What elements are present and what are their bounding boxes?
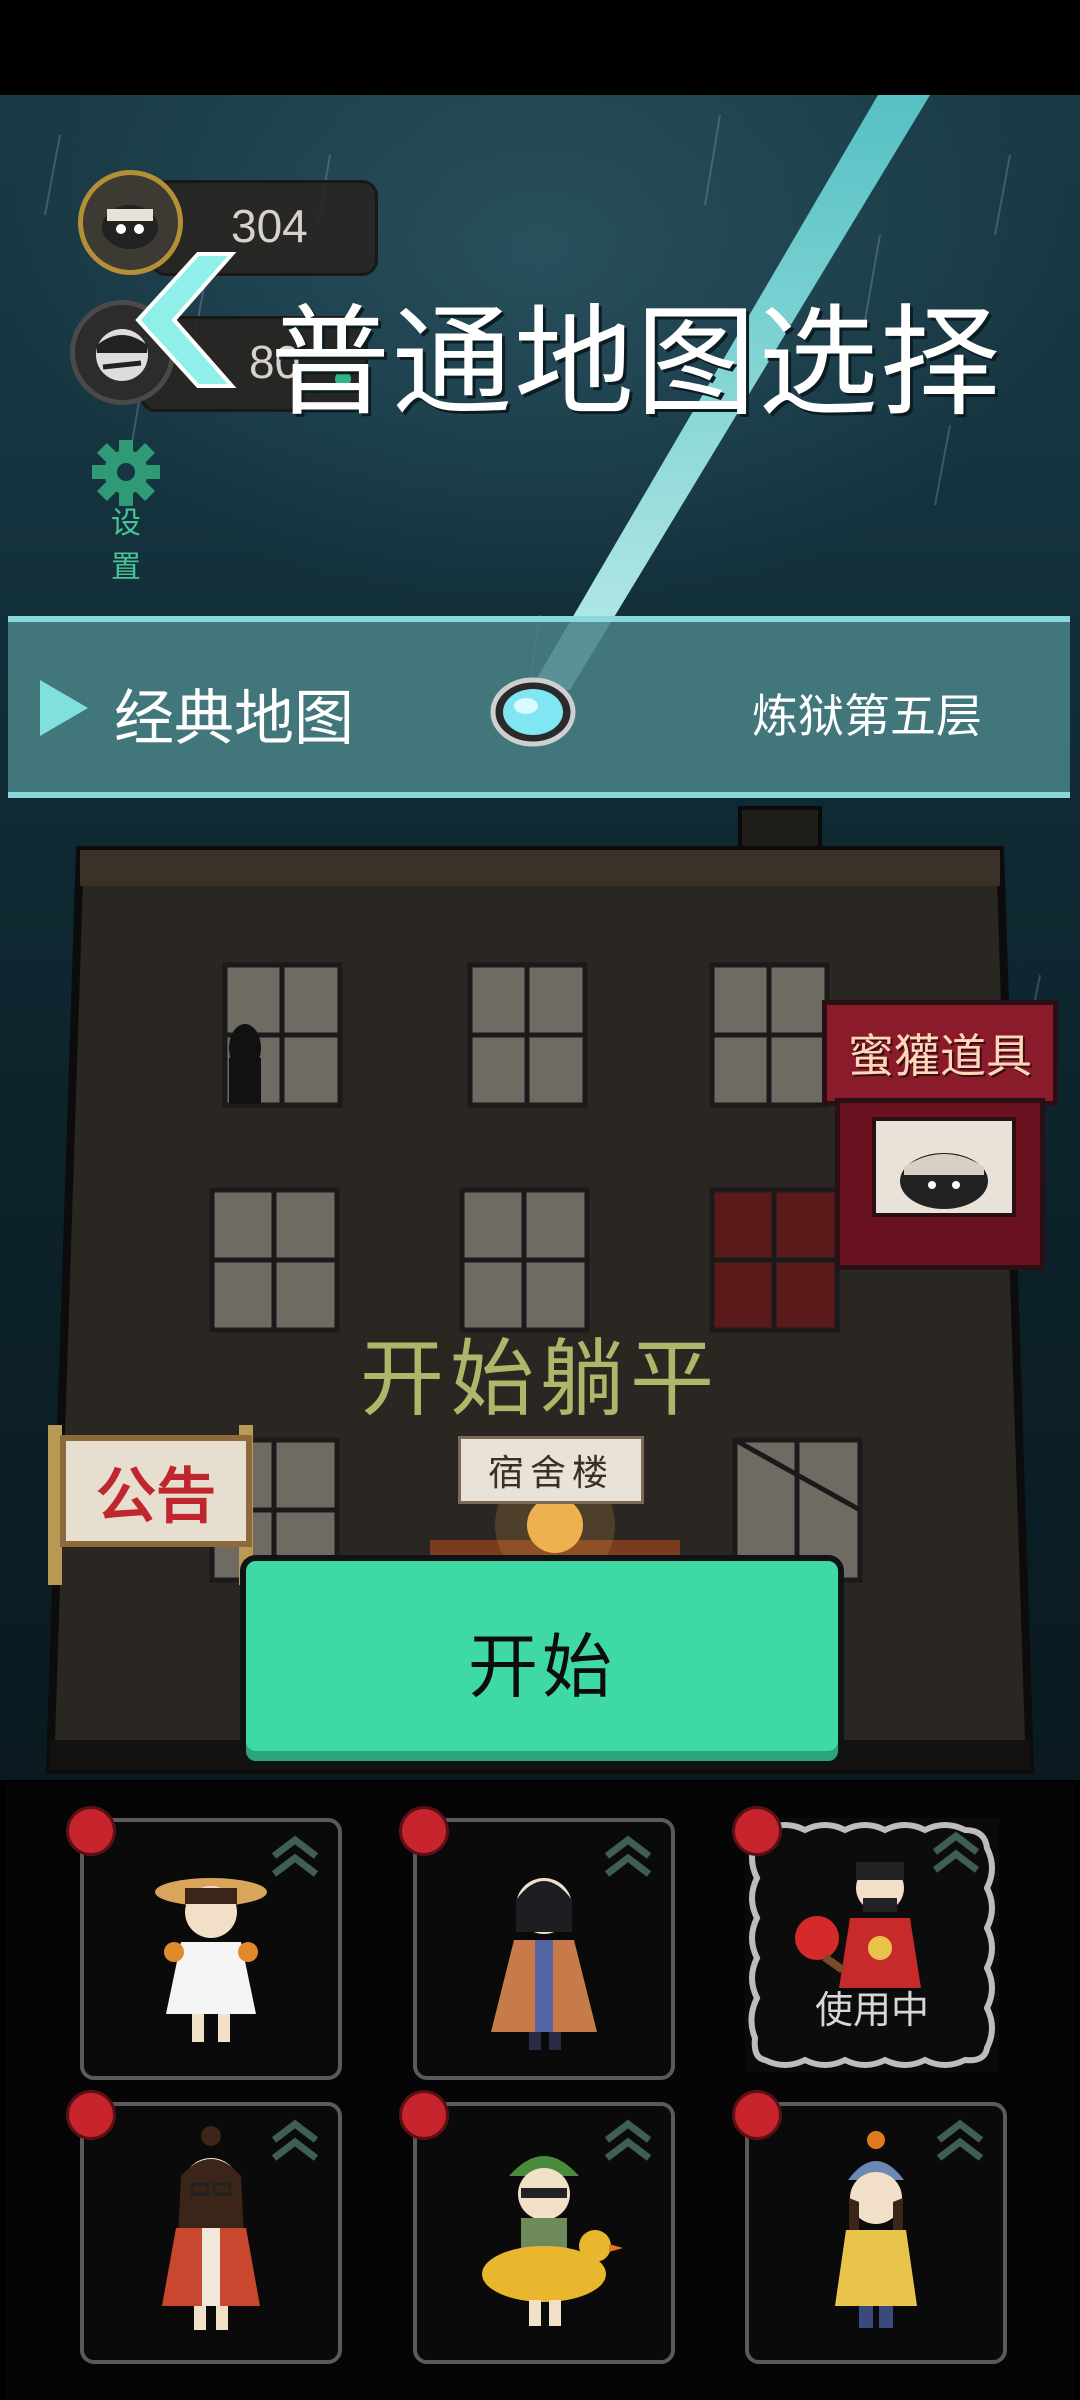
shop-booth[interactable] <box>835 1098 1045 1270</box>
status-bar <box>0 0 1080 95</box>
chevron-left-icon <box>135 252 237 388</box>
upgrade-chevrons-icon <box>932 1831 980 1873</box>
character-slot-active[interactable]: 使用中 <box>745 1818 999 2072</box>
character-slot[interactable] <box>80 2102 342 2364</box>
game-screen: 304 80 普通地图选择 设 置 经典地图 炼狱第五层 蜜獾道具 公告 宿舍楼… <box>0 0 1080 2400</box>
upgrade-chevrons-icon <box>271 2119 319 2161</box>
dorm-label: 宿舍楼 <box>487 1453 614 1494</box>
character-slot[interactable] <box>745 2102 1007 2364</box>
upgrade-chevrons-icon <box>936 2119 984 2161</box>
lie-flat-text: 开始躺平 <box>359 1330 720 1428</box>
map-floor: 炼狱第五层 <box>752 689 982 743</box>
notification-dot <box>66 2090 116 2140</box>
notification-dot <box>732 1806 782 1856</box>
honey-badger-icon <box>900 1153 988 1209</box>
shop-sign[interactable]: 蜜獾道具 <box>822 1000 1058 1106</box>
character-slot[interactable] <box>413 1818 675 2080</box>
gem-icon <box>490 677 576 747</box>
notice-board[interactable]: 公告 <box>48 1425 253 1585</box>
play-triangle-icon <box>40 680 88 736</box>
coin-value: 304 <box>231 200 308 252</box>
notice-panel: 公告 <box>60 1435 252 1547</box>
character-slot[interactable] <box>80 1818 342 2080</box>
shop-window <box>872 1117 1016 1217</box>
notification-dot <box>66 1806 116 1856</box>
back-button[interactable] <box>128 250 238 390</box>
start-button[interactable]: 开始 <box>240 1555 844 1767</box>
notification-dot <box>732 2090 782 2140</box>
notification-dot <box>399 2090 449 2140</box>
dorm-label-sign: 宿舍楼 <box>458 1436 644 1504</box>
upgrade-chevrons-icon <box>604 1835 652 1877</box>
upgrade-chevrons-icon <box>271 1835 319 1877</box>
in-use-label: 使用中 <box>814 1988 929 2032</box>
map-name: 经典地图 <box>114 684 354 754</box>
start-button-label: 开始 <box>468 1625 616 1708</box>
upgrade-chevrons-icon <box>604 2119 652 2161</box>
settings-button[interactable]: 设 置 <box>78 438 188 585</box>
settings-label: 设 置 <box>111 506 155 585</box>
notice-label: 公告 <box>96 1461 216 1532</box>
character-slot[interactable] <box>413 2102 675 2364</box>
notification-dot <box>399 1806 449 1856</box>
shop-sign-label: 蜜獾道具 <box>848 1029 1032 1083</box>
page-title: 普通地图选择 <box>270 294 1002 433</box>
